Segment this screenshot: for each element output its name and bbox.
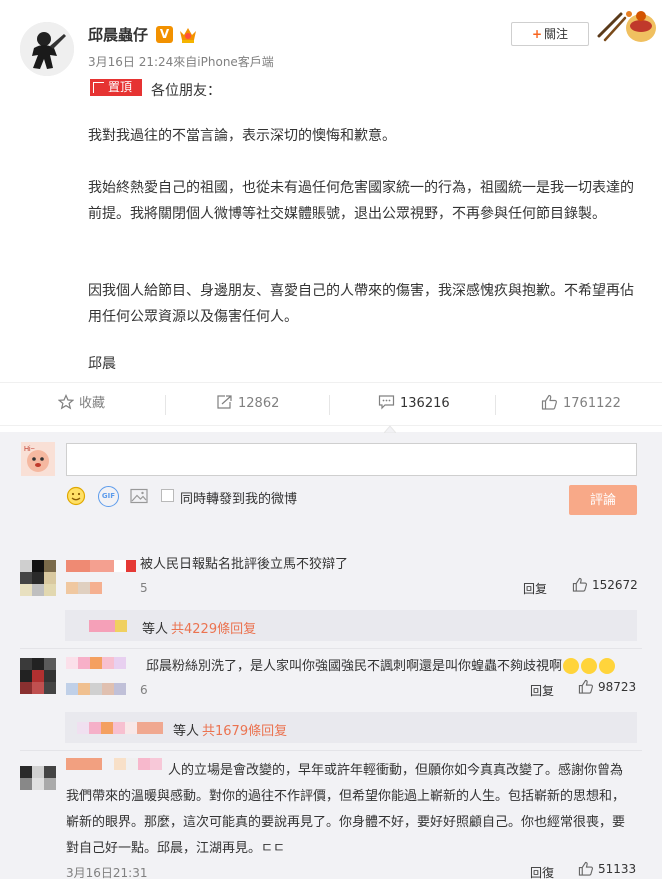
sub-replies-box[interactable]: 等人 共4229條回复	[65, 610, 637, 641]
comment-text-line-1: 人的立場是會改變的，早年或許年輕衝動，但願你如今真真改變了。感謝你曾為	[168, 763, 624, 778]
follow-button[interactable]: + 關注	[511, 22, 589, 46]
sub-reply-suffix: 等人	[142, 622, 169, 637]
divider	[495, 395, 496, 415]
comment-author[interactable]	[66, 758, 162, 770]
active-tab-caret	[384, 425, 396, 433]
post-paragraph-1: 我對我過往的不當言論，表示深切的懊悔和歉意。	[88, 128, 396, 144]
post-header: 邱晨蟲仔 V 3月16日 21:24來自iPhone客戶端 + 關注 置頂 各位朋…	[0, 0, 662, 100]
comment-compose: Hi~ GIF 同時轉發到我的微博 評論	[0, 432, 662, 544]
post-action-bar: 收藏 12862 136216 1761122	[0, 382, 662, 426]
comment-like-button[interactable]: 51133	[578, 861, 637, 876]
comment-icon	[378, 395, 395, 410]
post-meta: 3月16日 21:24來自iPhone客戶端	[88, 55, 274, 69]
comment-text-line-4: 對自己好一點。邱晨，江湖再見。ㄷㄷ	[66, 841, 285, 856]
vip-crown-icon	[180, 28, 196, 43]
post-greeting: 各位朋友：	[151, 83, 221, 99]
comment-like-button[interactable]: 98723	[578, 679, 637, 694]
submit-comment-button[interactable]: 評論	[569, 485, 637, 515]
favorite-button[interactable]: 收藏	[57, 383, 106, 427]
comment-input[interactable]	[66, 443, 637, 476]
laugh-cry-emoji-icon	[581, 657, 598, 674]
comment-like-count: 98723	[598, 680, 637, 694]
divider	[329, 395, 330, 415]
laugh-cry-emoji-icon	[599, 657, 616, 674]
laugh-cry-emoji-icon	[563, 657, 580, 674]
pin-icon	[93, 82, 104, 93]
comment-author[interactable]	[66, 560, 136, 572]
comment-author[interactable]	[66, 657, 126, 669]
comment-text-line-2: 我們帶來的溫暖與感動。對你的過往不作評價，但希望你能過上嶄新的人生。包括嶄新的思…	[66, 789, 626, 804]
sub-reply-count-link[interactable]: 共4229條回复	[171, 622, 256, 637]
reply-button[interactable]: 回復	[530, 864, 554, 879]
emoji-icon[interactable]	[66, 486, 86, 506]
pinned-label: 置頂	[108, 80, 133, 94]
comment-floor: 5	[140, 581, 148, 595]
reply-button[interactable]: 回复	[523, 580, 547, 597]
comment-avatar[interactable]	[20, 766, 56, 802]
my-avatar[interactable]: Hi~	[21, 442, 55, 476]
favorite-label: 收藏	[79, 396, 106, 411]
comment-list: 被人民日報點名批評後立馬不狡辯了 5 回复 152672 等人 共4229條回复 …	[0, 544, 662, 879]
comment-text: 邱晨粉絲別洗了，是人家叫你強國強民不諷刺啊還是叫你蝗蟲不夠歧視啊	[146, 654, 616, 679]
comment-text-body: 邱晨粉絲別洗了，是人家叫你強國強民不諷刺啊還是叫你蝗蟲不夠歧視啊	[146, 659, 563, 674]
share-icon	[217, 395, 232, 409]
comment-divider	[20, 648, 642, 649]
plus-icon: +	[531, 27, 543, 41]
comment-text: 被人民日報點名批評後立馬不狡辯了	[140, 557, 349, 572]
divider	[165, 395, 166, 415]
repost-count: 12862	[238, 396, 280, 411]
repost-checkbox[interactable]	[161, 489, 174, 502]
thumbs-up-icon	[578, 679, 594, 694]
repost-button[interactable]: 12862	[216, 383, 279, 427]
sub-reply-summary: 等人 共4229條回复	[142, 618, 256, 637]
like-count: 1761122	[563, 396, 621, 411]
sub-reply-authors	[89, 620, 127, 632]
repost-checkbox-label: 同時轉發到我的微博	[180, 492, 298, 507]
reply-button[interactable]: 回复	[530, 682, 554, 699]
comment-count: 136216	[400, 396, 450, 411]
sub-reply-authors	[77, 722, 163, 734]
follow-label: 關注	[544, 27, 569, 41]
comment-like-button[interactable]: 152672	[572, 577, 638, 592]
author-avatar[interactable]	[20, 22, 74, 76]
sub-reply-count-link[interactable]: 共1679條回复	[202, 724, 287, 739]
comment-avatar[interactable]	[20, 560, 56, 596]
like-button[interactable]: 1761122	[541, 383, 621, 427]
sub-reply-summary: 等人 共1679條回复	[173, 720, 287, 739]
sub-reply-suffix: 等人	[173, 724, 200, 739]
pinned-tag: 置頂	[90, 79, 142, 96]
verified-badge: V	[156, 26, 173, 43]
hotpot-sticker-icon	[597, 11, 656, 42]
sub-replies-box[interactable]: 等人 共1679條回复	[65, 712, 637, 743]
comment-floor: 6	[140, 683, 148, 697]
post-paragraph-2: 我始終熱愛自己的祖國，也從未有過任何危害國家統一的行為，祖國統一是我一切表達的前…	[88, 180, 634, 222]
comment-user-badges	[66, 582, 102, 594]
post-signature: 邱晨	[88, 356, 116, 372]
thumbs-up-icon	[578, 861, 594, 876]
svg-text:Hi~: Hi~	[24, 446, 35, 453]
thumbs-up-icon	[541, 394, 557, 410]
comment-text-line-3: 嶄新的眼界。那麼，這次可能真的要說再見了。你身體不好，要好好照顧自己。你也經常很…	[66, 815, 626, 830]
post-paragraph-3: 因我個人給節目、身邊朋友、喜愛自己的人帶來的傷害，我深感愧疚與抱歉。不希望再佔用…	[88, 283, 634, 325]
comment-divider	[20, 750, 642, 751]
comment-user-badges	[66, 683, 126, 695]
comment-like-count: 152672	[592, 578, 638, 592]
thumbs-up-icon	[572, 577, 588, 592]
comment-button[interactable]: 136216	[378, 383, 450, 427]
comment-avatar[interactable]	[20, 658, 56, 694]
image-icon[interactable]	[129, 486, 149, 506]
comment-like-count: 51133	[598, 862, 637, 876]
star-icon	[57, 394, 75, 410]
gif-icon[interactable]: GIF	[98, 486, 119, 507]
author-name[interactable]: 邱晨蟲仔	[88, 24, 148, 45]
comment-date: 3月16日21:31	[66, 866, 148, 879]
